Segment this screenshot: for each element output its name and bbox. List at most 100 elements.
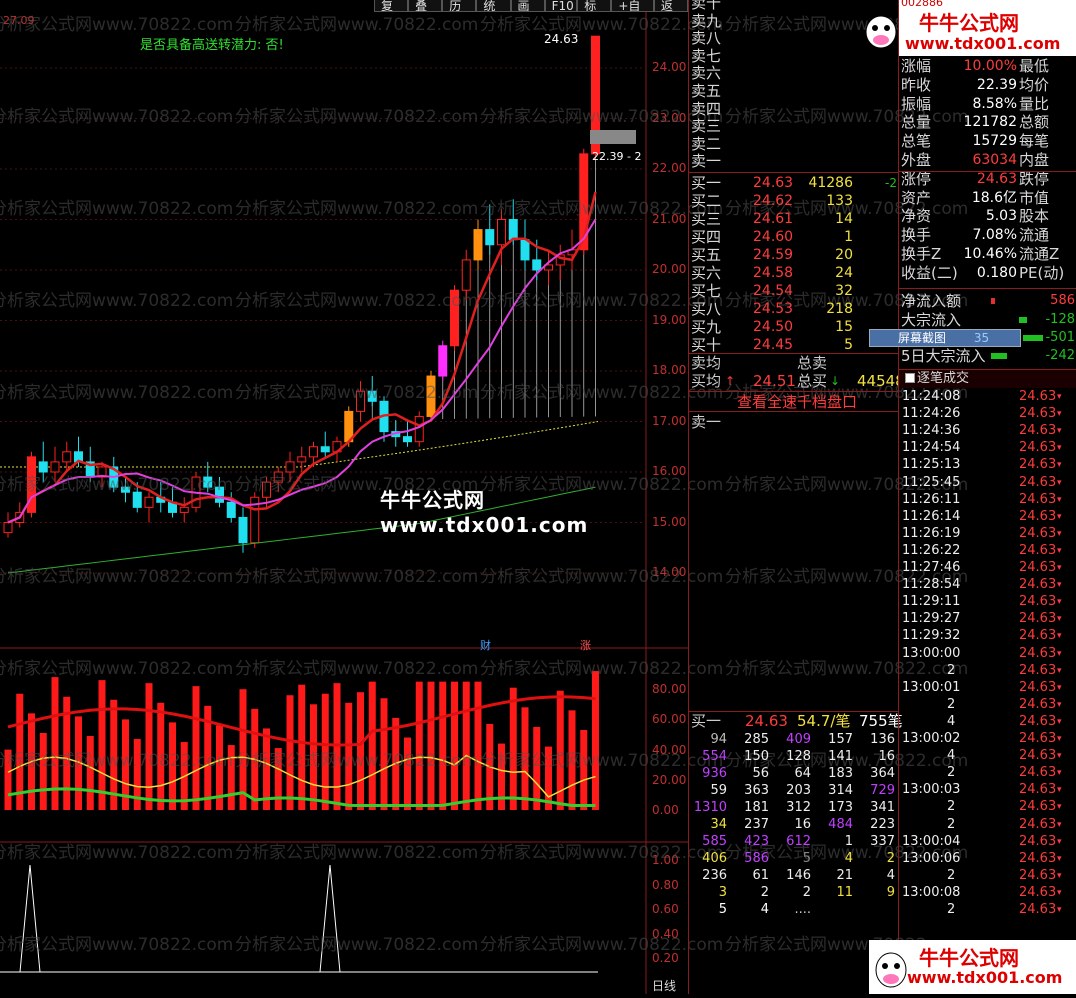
buy-level-price[interactable]: 24.63 bbox=[753, 174, 793, 192]
queue-cell: 1310 bbox=[693, 800, 727, 815]
stat-label: 外盘 bbox=[901, 151, 932, 169]
btn-fuquan[interactable]: 复权 bbox=[374, 0, 409, 12]
buy-level-price[interactable]: 24.59 bbox=[753, 246, 793, 264]
ticks-header: 逐笔成交 bbox=[899, 370, 1076, 388]
tick-down-arrow-icon: ▾ bbox=[1057, 870, 1062, 881]
ma5-line bbox=[7, 191, 597, 524]
buy-level-label: 买二 bbox=[691, 192, 722, 210]
flow-value: -128 bbox=[1045, 312, 1075, 327]
queue-cell: 285 bbox=[744, 732, 769, 747]
queue-cell: 554 bbox=[702, 749, 727, 764]
price-axis-label: 22.00 bbox=[652, 161, 687, 175]
queue-cell: 237 bbox=[744, 817, 769, 832]
queue-cell: 337 bbox=[870, 834, 895, 849]
btn-tongji[interactable]: 统计 bbox=[476, 0, 511, 12]
buy-level-volume: 133 bbox=[826, 193, 853, 209]
price-tag: 27.09 bbox=[3, 14, 35, 27]
avg-buy-label: 买均 bbox=[691, 372, 722, 390]
stat-value: 7.08% bbox=[972, 227, 1017, 244]
indicator-bar bbox=[357, 692, 364, 810]
candle-body bbox=[132, 491, 142, 508]
tick-price: 24.63 bbox=[1019, 748, 1057, 764]
tick-down-arrow-icon: ▾ bbox=[1057, 665, 1062, 676]
tick-down-arrow-icon: ▾ bbox=[1057, 699, 1062, 710]
btn-huaxian[interactable]: 画线 bbox=[510, 0, 545, 12]
queue-cell: 157 bbox=[828, 732, 853, 747]
queue-cell: 936 bbox=[702, 766, 727, 781]
down-arrow-icon: ↓ bbox=[830, 374, 841, 388]
queue-cell: 484 bbox=[828, 817, 853, 832]
btn-diejia[interactable]: 叠加 bbox=[408, 0, 443, 12]
btn-biaoji[interactable]: 标记 bbox=[577, 0, 612, 12]
btn-f10[interactable]: F10 bbox=[544, 0, 578, 12]
tick-price: 24.63 bbox=[1019, 560, 1057, 575]
queue-cell: 94 bbox=[710, 732, 727, 747]
buy-level-price[interactable]: 24.53 bbox=[753, 300, 793, 318]
candle-body bbox=[215, 486, 224, 503]
queue-cell: 423 bbox=[744, 834, 769, 849]
tick-down-arrow-icon: ▾ bbox=[1057, 477, 1062, 488]
buy1-queue-avg: 54.7/笔 bbox=[797, 712, 851, 730]
indicator-bar bbox=[368, 681, 376, 810]
candle-body bbox=[285, 461, 295, 473]
tick-down-arrow-icon: ▾ bbox=[1057, 545, 1062, 556]
finance-marker[interactable]: 财 bbox=[480, 637, 491, 653]
stat-label-right: 最低 bbox=[1019, 57, 1050, 75]
sell-level-label: 卖八 bbox=[691, 29, 722, 48]
indicator-bar bbox=[157, 702, 165, 810]
tick-down-arrow-icon: ▾ bbox=[1057, 751, 1062, 762]
indicator-axis-label: 20.00 bbox=[652, 772, 687, 787]
buy-level-price[interactable]: 24.61 bbox=[753, 210, 793, 228]
tick-time: 11:28:54 bbox=[902, 577, 961, 593]
candle-body bbox=[367, 390, 377, 402]
buy-level-price[interactable]: 24.62 bbox=[753, 192, 793, 210]
queue-cell: 183 bbox=[828, 766, 853, 781]
tick-time: 11:24:08 bbox=[902, 389, 961, 404]
total-buy-label: 总买 bbox=[797, 372, 828, 390]
btn-lishi[interactable]: 历史 bbox=[442, 0, 477, 12]
buy-level-price[interactable]: 24.45 bbox=[753, 336, 793, 354]
candle-body bbox=[273, 471, 283, 483]
indicator-bar bbox=[274, 748, 282, 810]
buy-level-price[interactable]: 24.54 bbox=[753, 282, 793, 300]
candle-body bbox=[520, 239, 530, 261]
footer-brand-name: 牛牛公式网 bbox=[919, 946, 1019, 970]
queue-cell: 4 bbox=[844, 851, 853, 866]
chart-toolbar: 复权 叠加 历史 统计 画线 F10 标记 +自选 返回 bbox=[374, 0, 688, 12]
candle-body bbox=[226, 501, 236, 518]
buy1-queue-label: 买一 bbox=[691, 712, 722, 730]
buy-level-volume: 1 bbox=[844, 229, 853, 245]
buy-level-price[interactable]: 24.60 bbox=[753, 228, 793, 246]
tick-price: 24.63 bbox=[1019, 525, 1057, 541]
buy1-queue-price: 24.63 bbox=[745, 712, 788, 730]
btn-fanhui[interactable]: 返回 bbox=[653, 0, 688, 12]
buy-level-price[interactable]: 24.50 bbox=[753, 318, 793, 336]
limit-up-marker[interactable]: 涨 bbox=[580, 637, 591, 653]
candle-body bbox=[356, 390, 365, 412]
period-label[interactable]: 日线 bbox=[652, 977, 676, 994]
tick-price: 24.63 bbox=[1019, 782, 1057, 798]
ticks-toggle-icon[interactable] bbox=[905, 373, 915, 383]
kline-chart[interactable]: 27.09 是否具备高送转潜力: 否! 24.63 22.39 - 2 复权 叠… bbox=[0, 0, 968, 994]
tick-down-arrow-icon: ▾ bbox=[1057, 836, 1062, 847]
queue-cell bbox=[857, 901, 895, 919]
price-axis-label: 17.00 bbox=[652, 413, 687, 428]
full-depth-link[interactable]: 查看全速千档盘口 bbox=[737, 393, 857, 411]
queue-cell: 11 bbox=[836, 885, 853, 900]
btn-zixuan[interactable]: +自选 bbox=[611, 0, 654, 12]
indicator2-axis-label: 0.20 bbox=[652, 951, 679, 965]
stat-label: 振幅 bbox=[901, 94, 932, 113]
queue-cell: 409 bbox=[786, 732, 811, 747]
buy-level-volume: 5 bbox=[844, 337, 853, 353]
tick-time: 11:24:26 bbox=[902, 406, 961, 422]
buy-level-price[interactable]: 24.58 bbox=[753, 264, 793, 282]
tick-down-arrow-icon: ▾ bbox=[1057, 528, 1062, 539]
total-sell-label: 总卖 bbox=[797, 354, 828, 372]
tick-time: 11:26:22 bbox=[902, 542, 961, 558]
tick-price: 24.63 bbox=[1019, 389, 1057, 404]
stock-code: 002886 bbox=[901, 0, 1076, 6]
tick-price: 24.63 bbox=[1019, 457, 1057, 473]
tick-time: 11:24:36 bbox=[902, 423, 961, 439]
tick-down-arrow-icon: ▾ bbox=[1057, 580, 1062, 591]
tick-time: 2 bbox=[947, 696, 956, 712]
